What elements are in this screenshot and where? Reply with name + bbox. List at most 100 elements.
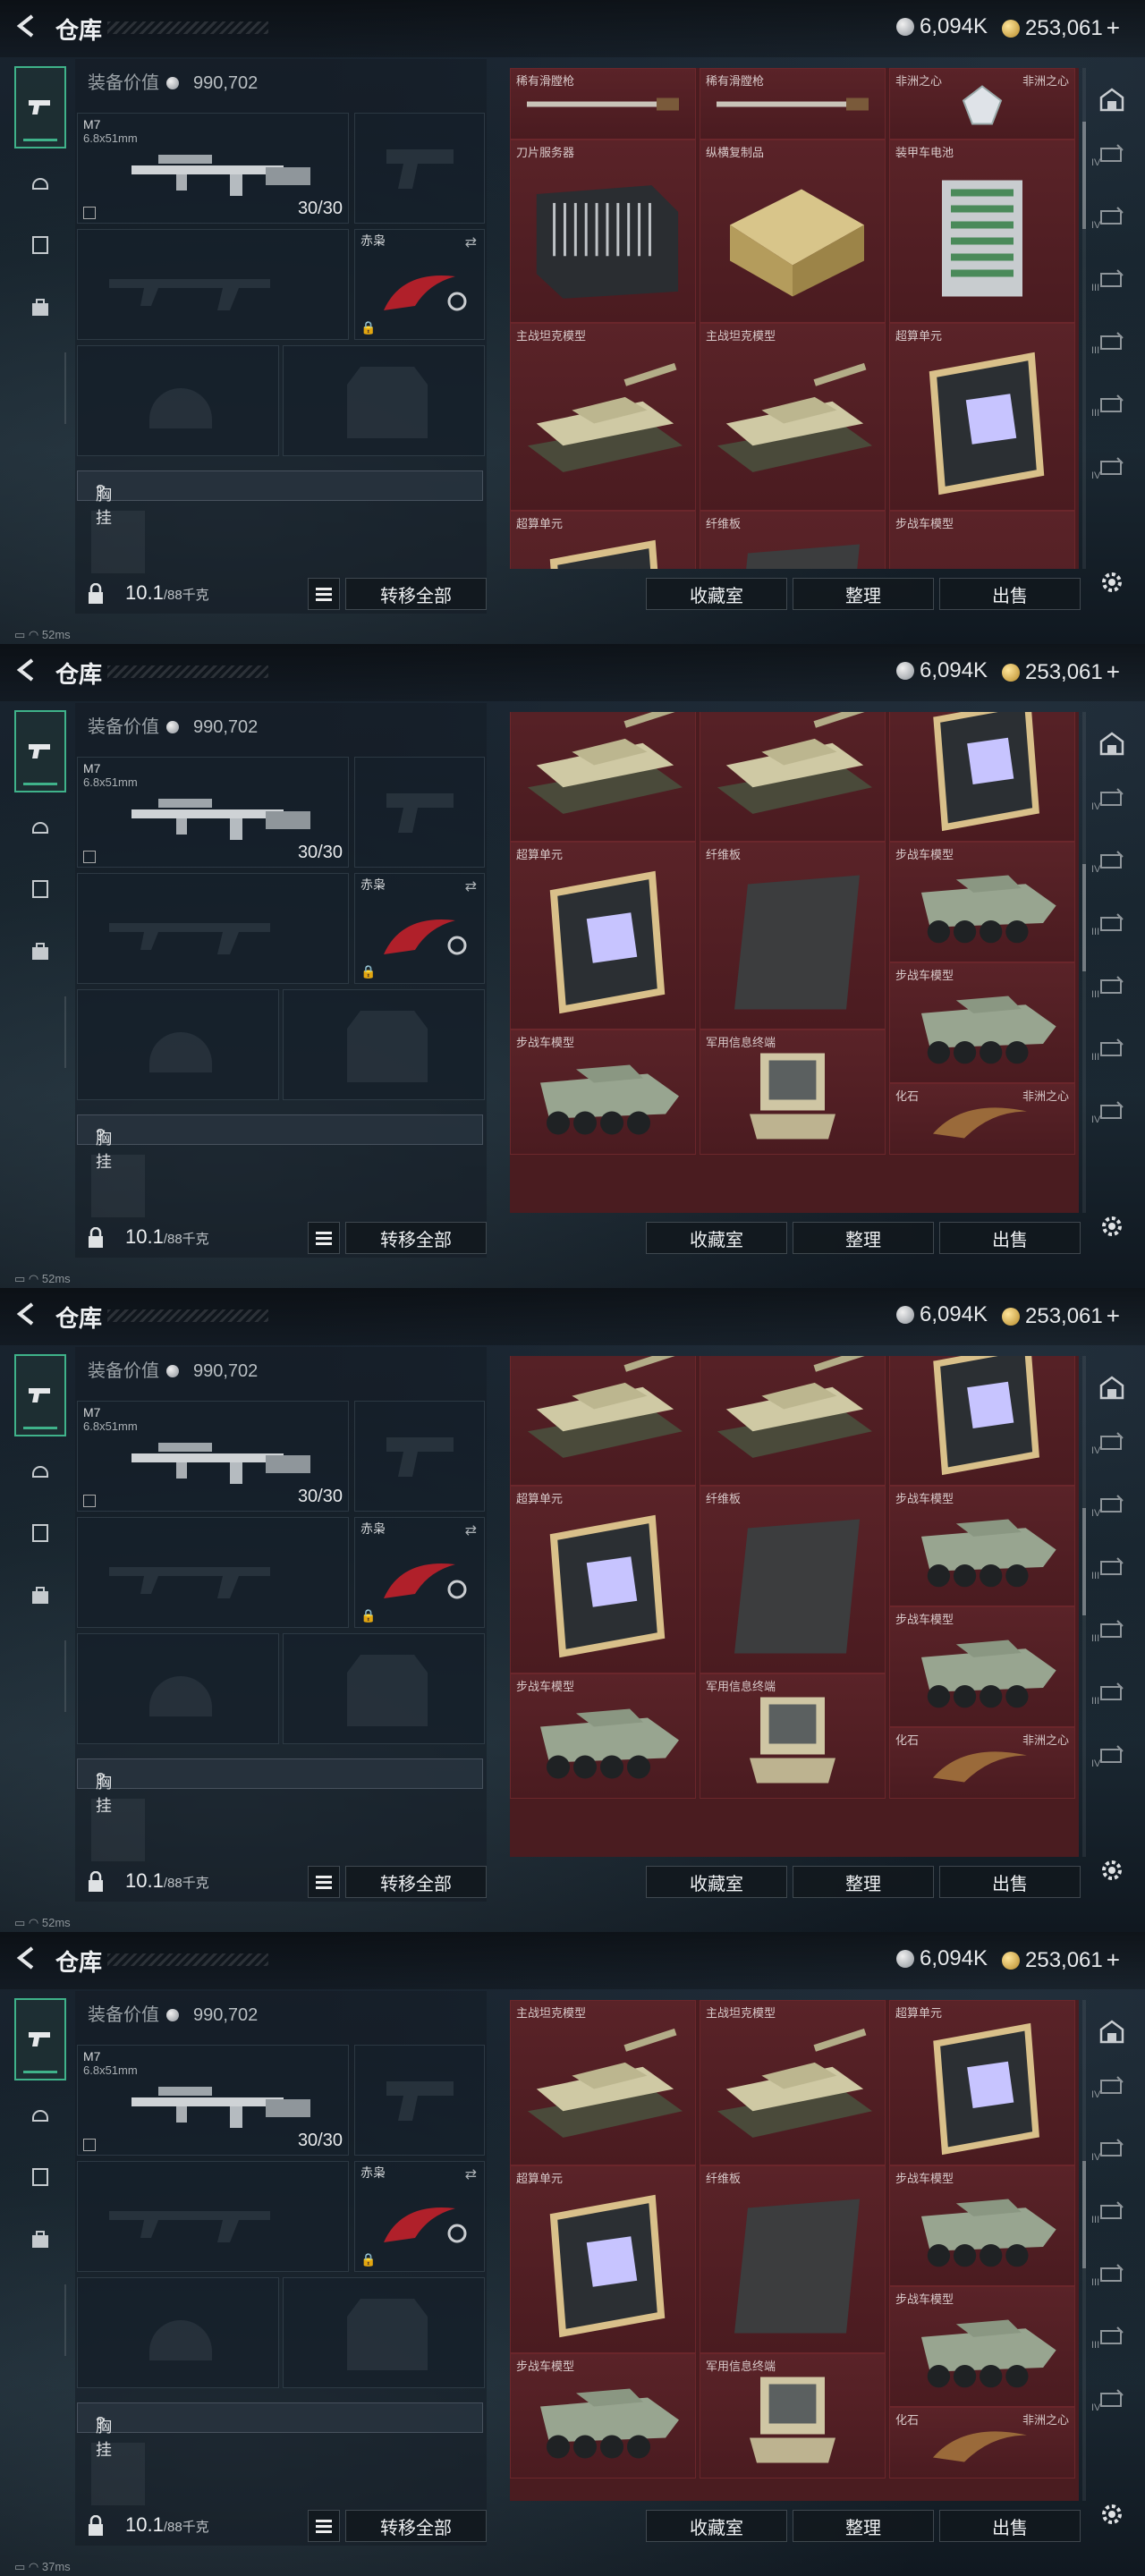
transfer-all-button[interactable]: 转移全部 xyxy=(345,2510,487,2542)
melee-slot[interactable]: 赤枭 ⇄ 🔒 xyxy=(354,229,485,340)
list-view-button[interactable] xyxy=(308,1866,340,1898)
chest-rig-help-icon[interactable]: ? xyxy=(96,482,105,501)
inventory-item-battery[interactable]: 装甲车电池 xyxy=(889,140,1075,323)
storage-tab-2[interactable]: IV xyxy=(1088,2054,1136,2116)
collection-room-button[interactable]: 收藏室 xyxy=(646,1222,787,1254)
inventory-item-ifv[interactable]: 步战车模型 xyxy=(889,511,1075,569)
storage-tab-5[interactable]: III xyxy=(1088,2241,1136,2304)
grid-scrollbar[interactable] xyxy=(1082,2000,1086,2501)
storage-tab-2[interactable]: IV xyxy=(1088,122,1136,184)
rail-armor-tab[interactable] xyxy=(14,800,66,853)
add-currency-icon[interactable]: + xyxy=(1107,658,1120,686)
swap-icon[interactable]: ⇄ xyxy=(465,1521,477,1539)
chest-rig-help-icon[interactable]: ? xyxy=(96,1126,105,1145)
helmet-slot[interactable] xyxy=(77,1633,279,1744)
transfer-all-button[interactable]: 转移全部 xyxy=(345,1866,487,1898)
collection-room-button[interactable]: 收藏室 xyxy=(646,2510,787,2542)
scroll-thumb[interactable] xyxy=(1082,122,1086,229)
rail-weapons-tab[interactable] xyxy=(14,1998,66,2080)
inventory-item-tank[interactable]: 主战坦克模型 xyxy=(700,712,886,842)
inventory-item-unknown[interactable]: 非洲之心 非洲之心 xyxy=(889,68,1075,140)
list-view-button[interactable] xyxy=(308,2510,340,2542)
inventory-item-cpu[interactable]: 超算单元 xyxy=(510,842,696,1030)
rail-vest-tab[interactable] xyxy=(14,1506,66,1560)
inventory-item-chess[interactable]: 纵横复制品 xyxy=(700,140,886,323)
storage-tab-3[interactable]: IV xyxy=(1088,1472,1136,1535)
rail-weapons-tab[interactable] xyxy=(14,710,66,792)
rail-armor-tab[interactable] xyxy=(14,2088,66,2141)
chest-rig-slot[interactable]: 胸挂 ? xyxy=(77,1114,483,1171)
rail-vest-tab[interactable] xyxy=(14,2150,66,2204)
storage-tab-4[interactable]: III xyxy=(1088,247,1136,309)
add-currency-icon[interactable]: + xyxy=(1107,14,1120,42)
inventory-item-fiber[interactable]: 纤维板 xyxy=(700,1486,886,1674)
settings-button[interactable] xyxy=(1088,2483,1136,2546)
storage-tab-7[interactable]: IV xyxy=(1088,2367,1136,2429)
swap-icon[interactable]: ⇄ xyxy=(465,2165,477,2183)
sidearm-slot[interactable] xyxy=(354,2045,485,2156)
transfer-all-button[interactable]: 转移全部 xyxy=(345,578,487,610)
inventory-item-fossil[interactable]: 化石 非洲之心 xyxy=(889,1727,1075,1799)
rail-vest-tab[interactable] xyxy=(14,218,66,272)
storage-tab-5[interactable]: III xyxy=(1088,309,1136,372)
add-currency-icon[interactable]: + xyxy=(1107,1946,1120,1974)
inventory-item-tank[interactable]: 主战坦克模型 xyxy=(700,2000,886,2165)
storage-tab-6[interactable]: III xyxy=(1088,1660,1136,1723)
sort-button[interactable]: 整理 xyxy=(793,578,934,610)
settings-button[interactable] xyxy=(1088,1195,1136,1258)
secondary-weapon-slot[interactable] xyxy=(77,2161,349,2272)
rail-bag-tab[interactable] xyxy=(14,1569,66,1623)
list-view-button[interactable] xyxy=(308,578,340,610)
melee-slot[interactable]: 赤枭 ⇄ 🔒 xyxy=(354,1517,485,1628)
inventory-item-ifv[interactable]: 步战车模型 xyxy=(889,962,1075,1083)
warehouse-grid[interactable]: 稀有滑膛枪 稀有滑膛枪 非洲之心 非洲之心 刀片服务器 纵横复制品 装甲车电池 主战坦克模型 主… xyxy=(510,68,1079,569)
inventory-item-terminal[interactable]: 军用信息终端 xyxy=(700,1030,886,1155)
collection-room-button[interactable]: 收藏室 xyxy=(646,578,787,610)
swap-icon[interactable]: ⇄ xyxy=(465,233,477,251)
storage-tab-7[interactable]: IV xyxy=(1088,435,1136,497)
helmet-slot[interactable] xyxy=(77,989,279,1100)
storage-tab-3[interactable]: IV xyxy=(1088,184,1136,247)
inventory-item-fiber[interactable]: 纤维板 xyxy=(700,511,886,569)
storage-tab-7[interactable]: IV xyxy=(1088,1723,1136,1785)
inventory-item-tank[interactable]: 主战坦克模型 xyxy=(510,323,696,511)
rail-bag-tab[interactable] xyxy=(14,2213,66,2267)
rail-armor-tab[interactable] xyxy=(14,156,66,209)
back-arrow-icon[interactable] xyxy=(13,1301,39,1327)
armor-slot[interactable] xyxy=(283,1633,485,1744)
rail-weapons-tab[interactable] xyxy=(14,66,66,148)
rail-bag-tab[interactable] xyxy=(14,281,66,335)
inventory-item-terminal[interactable]: 军用信息终端 xyxy=(700,1674,886,1799)
melee-slot[interactable]: 赤枭 ⇄ 🔒 xyxy=(354,873,485,984)
inventory-item-cpu[interactable]: 超算单元 xyxy=(889,712,1075,842)
helmet-slot[interactable] xyxy=(77,2277,279,2388)
inventory-item-cpu[interactable]: 超算单元 xyxy=(510,1486,696,1674)
inventory-item-rifle_a[interactable]: 稀有滑膛枪 xyxy=(510,68,696,140)
chest-rig-help-icon[interactable]: ? xyxy=(96,1770,105,1789)
storage-tab-6[interactable]: III xyxy=(1088,1016,1136,1079)
storage-tab-7[interactable]: IV xyxy=(1088,1079,1136,1141)
scroll-thumb[interactable] xyxy=(1082,1508,1086,1615)
storage-tab-4[interactable]: III xyxy=(1088,891,1136,953)
inventory-item-rifle_b[interactable]: 稀有滑膛枪 xyxy=(700,68,886,140)
back-arrow-icon[interactable] xyxy=(13,13,39,39)
inventory-item-fiber[interactable]: 纤维板 xyxy=(700,842,886,1030)
inventory-item-cpu[interactable]: 超算单元 xyxy=(889,1356,1075,1486)
gold-currency[interactable]: 253,061 + xyxy=(1002,14,1120,42)
inventory-item-cpu[interactable]: 超算单元 xyxy=(889,2000,1075,2165)
storage-tab-3[interactable]: IV xyxy=(1088,828,1136,891)
back-arrow-icon[interactable] xyxy=(13,1945,39,1971)
inventory-item-tank[interactable]: 主战坦克模型 xyxy=(510,2000,696,2165)
rail-bag-tab[interactable] xyxy=(14,925,66,979)
inventory-item-cpu[interactable]: 超算单元 xyxy=(510,511,696,569)
armor-slot[interactable] xyxy=(283,345,485,456)
secondary-weapon-slot[interactable] xyxy=(77,873,349,984)
primary-weapon-slot[interactable]: M7 6.8x51mm 30/30 xyxy=(77,1401,349,1512)
transfer-all-button[interactable]: 转移全部 xyxy=(345,1222,487,1254)
back-arrow-icon[interactable] xyxy=(13,657,39,683)
inventory-item-ifv[interactable]: 步战车模型 xyxy=(510,1674,696,1799)
inventory-item-cpu[interactable]: 超算单元 xyxy=(889,323,1075,511)
rail-vest-tab[interactable] xyxy=(14,862,66,916)
sort-button[interactable]: 整理 xyxy=(793,2510,934,2542)
warehouse-grid[interactable]: 主战坦克模型主战坦克模型超算单元超算单元纤维板步战车模型步战车模型步战车模型军用… xyxy=(510,712,1079,1213)
